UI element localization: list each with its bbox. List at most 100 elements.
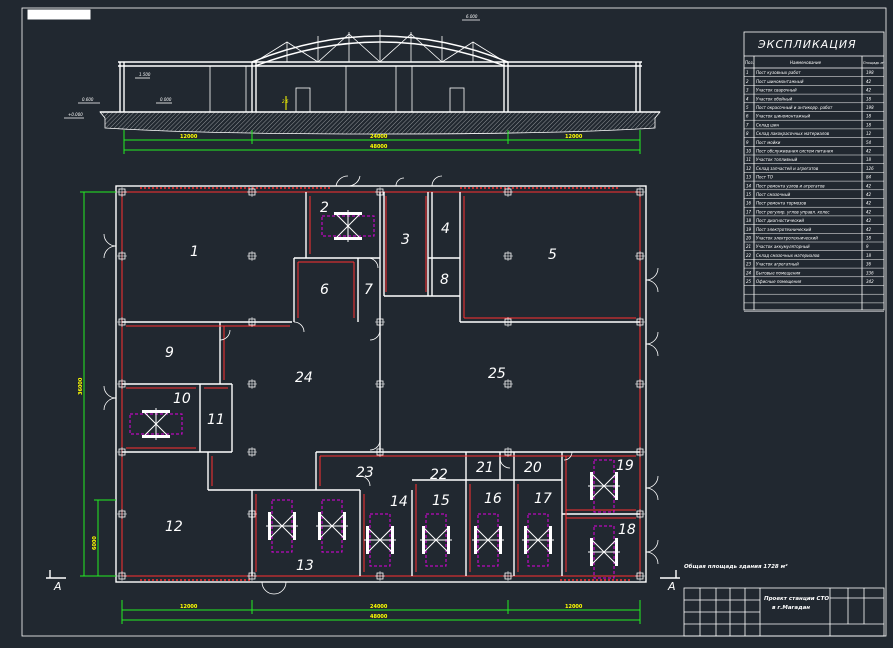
table-row-name: Пост смазочный (756, 192, 791, 197)
drawing-sheet: 2.6 6.000 1.500 0.600 0.000 +0.000 12000… (0, 0, 893, 644)
vehicle-lift (588, 525, 620, 579)
table-row-no: 7 (746, 122, 749, 127)
room-number-22: 22 (430, 467, 448, 483)
table-row-no: 24 (746, 270, 752, 275)
table-row-no: 20 (746, 236, 752, 241)
table-row-area: 36 (866, 262, 872, 267)
table-row-name: Бытовые помещения (756, 270, 801, 275)
title-block: Общая площадь здания 1728 м² Проект стан… (683, 563, 885, 637)
table-row-area: 9 (866, 244, 869, 249)
table-row-area: 42 (866, 201, 872, 206)
table-row-no: 8 (746, 131, 749, 136)
level-mark-4: +0.000 (68, 112, 83, 117)
room-number-25: 25 (488, 366, 506, 382)
dim-bottom-left: 12000 (180, 604, 198, 610)
svg-text:А: А (667, 580, 676, 593)
table-row-area: 84 (866, 175, 872, 180)
room-number-5: 5 (548, 247, 557, 263)
table-row-name: Участок сварочный (756, 88, 797, 93)
table-row-area: 42 (866, 88, 872, 93)
room-number-17: 17 (534, 491, 552, 507)
room-number-15: 15 (432, 493, 450, 509)
table-row-area: 18 (866, 253, 872, 258)
elev-dim-total: 48000 (370, 144, 388, 150)
vehicle-lift (420, 513, 452, 567)
dim-bottom-mid: 24000 (370, 604, 388, 610)
table-row-name: Участок агрегатный (756, 262, 799, 267)
table-row-area: 18 (866, 114, 872, 119)
room-number-1: 1 (190, 244, 199, 260)
table-row-no: 23 (746, 262, 752, 267)
table-row-name: Участок электротехнический (756, 236, 818, 241)
room-number-12: 12 (165, 519, 183, 535)
room-number-8: 8 (440, 272, 449, 288)
vehicle-lift (472, 513, 504, 567)
room-number-14: 14 (390, 494, 408, 510)
table-row-name: Пост электротехнический (756, 227, 812, 232)
vehicle-lift (522, 513, 554, 567)
room-number-16: 16 (484, 491, 502, 507)
elev-dim-left: 12000 (180, 134, 198, 140)
table-row-area: 18 (866, 96, 872, 101)
vehicle-lift (129, 408, 183, 440)
vehicle-lift (321, 210, 375, 242)
table-row-area: 18 (866, 157, 872, 162)
table-row-no: 3 (746, 88, 749, 93)
section-elevation: 2.6 6.000 1.500 0.600 0.000 +0.000 12000… (64, 14, 661, 154)
table-row-area: 126 (866, 166, 874, 171)
col-no-header: Поз. (745, 60, 754, 65)
room-number-6: 6 (320, 282, 329, 298)
table-row-area: 42 (866, 79, 872, 84)
room-number-21: 21 (476, 460, 494, 476)
table-row-name: Участок обойный (756, 96, 793, 101)
table-row-name: Пост мойки (756, 140, 781, 145)
table-row-no: 2 (746, 79, 749, 84)
explication-table: ЭКСПЛИКАЦИЯ Поз. Наименование Площадь м²… (743, 31, 885, 312)
table-row-no: 16 (746, 201, 752, 206)
section-mark-right: А (660, 570, 680, 593)
area-note: Общая площадь здания 1728 м² (684, 563, 788, 570)
table-row-name: Офисные помещения (756, 279, 802, 284)
room-number-24: 24 (295, 370, 313, 386)
room-number-18: 18 (618, 522, 636, 538)
table-row-no: 1 (746, 70, 749, 75)
table-row-name: Участок топливный (756, 157, 798, 162)
project-title-2: в г.Магадан (772, 605, 810, 611)
table-row-name: Пост кузовных работ (756, 70, 801, 75)
table-row-name: Участок аккумуляторный (756, 244, 810, 249)
table-row-no: 5 (746, 105, 749, 110)
table-row-no: 14 (746, 183, 752, 188)
table-row-area: 42 (866, 227, 872, 232)
table-row-no: 25 (746, 279, 752, 284)
vehicle-lifts (129, 210, 620, 579)
table-row-area: 42 (866, 149, 872, 154)
table-row-area: 18 (866, 122, 872, 127)
elev-dim-right: 12000 (565, 134, 583, 140)
ground-hatch (99, 111, 661, 135)
table-row-name: Пост обслуживания систем питания (756, 149, 833, 154)
room-number-9: 9 (165, 345, 174, 361)
table-row-no: 12 (746, 166, 752, 171)
table-row-no: 19 (746, 227, 752, 232)
table-row-area: 42 (866, 218, 872, 223)
room-number-4: 4 (441, 221, 450, 237)
elev-dim-mid: 24000 (370, 134, 388, 140)
room-number-3: 3 (401, 232, 410, 248)
vehicle-lift (316, 499, 348, 553)
table-row-no: 17 (746, 209, 752, 214)
table-row-area: 198 (866, 70, 874, 75)
table-row-area: 42 (866, 183, 872, 188)
col-name-header: Наименование (790, 60, 822, 65)
dim-bottom-right: 12000 (565, 604, 583, 610)
room-number-2: 2 (320, 200, 329, 216)
table-row-name: Склад шин (756, 122, 780, 127)
top-level-mark: 6.000 (466, 14, 478, 19)
vehicle-lift (364, 513, 396, 567)
room-number-10: 10 (173, 391, 191, 407)
table-row-name: Пост шиномонтажный (756, 79, 804, 84)
table-row-no: 15 (746, 192, 752, 197)
level-mark-1: 1.500 (139, 72, 151, 77)
table-row-area: 54 (866, 140, 872, 145)
room-number-13: 13 (296, 558, 314, 574)
vehicle-lift (266, 499, 298, 553)
